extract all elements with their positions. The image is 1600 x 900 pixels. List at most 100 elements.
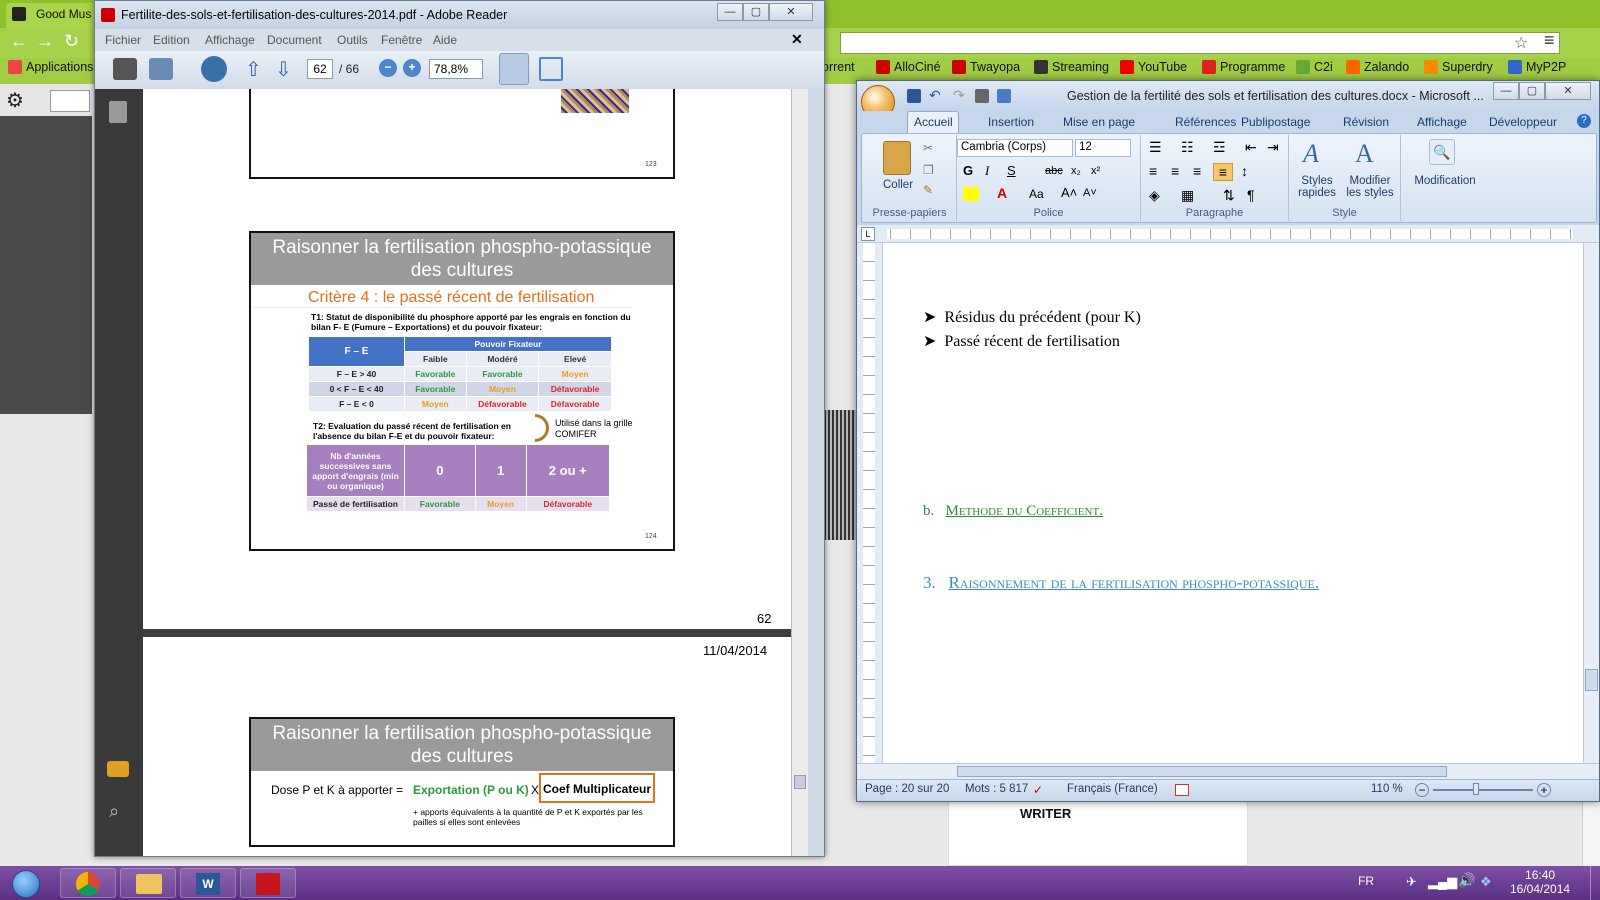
- close-button[interactable]: ✕: [1545, 82, 1591, 100]
- minimize-button[interactable]: —: [1493, 82, 1519, 100]
- close-button[interactable]: ✕: [769, 3, 813, 21]
- address-bar[interactable]: [840, 32, 1560, 54]
- tab-insertion[interactable]: Insertion: [988, 115, 1034, 129]
- status-page[interactable]: Page : 20 sur 20: [865, 783, 949, 795]
- fit-page-icon[interactable]: [499, 53, 529, 85]
- status-language[interactable]: Français (France): [1067, 783, 1158, 795]
- menu-affichage[interactable]: Affichage: [205, 33, 255, 47]
- zoom-select[interactable]: 78,8%: [429, 59, 483, 79]
- bookmark-item[interactable]: Zalando: [1346, 60, 1409, 74]
- bold-icon[interactable]: G: [963, 163, 973, 178]
- pages-icon[interactable]: [109, 101, 127, 123]
- redo-icon[interactable]: ↷: [953, 87, 965, 104]
- find-icon[interactable]: 🔍: [1429, 139, 1455, 165]
- next-page-icon[interactable]: ⇩: [275, 57, 292, 82]
- scroll-thumb[interactable]: [957, 766, 1447, 777]
- change-case-icon[interactable]: Aa: [1029, 187, 1044, 201]
- print-icon[interactable]: [113, 58, 137, 80]
- zoom-in-icon[interactable]: +: [403, 59, 421, 77]
- minimize-button[interactable]: —: [717, 3, 743, 21]
- reload-icon[interactable]: ↻: [64, 31, 79, 52]
- decrease-indent-icon[interactable]: ⇤: [1245, 139, 1257, 156]
- previous-page-icon[interactable]: ⇧: [245, 57, 262, 82]
- print-preview-icon[interactable]: [997, 89, 1011, 103]
- forward-icon[interactable]: →: [36, 31, 54, 52]
- volume-icon[interactable]: 🔊: [1458, 872, 1475, 889]
- paste-icon[interactable]: [883, 141, 911, 175]
- subscript-icon[interactable]: x₂: [1071, 165, 1081, 177]
- tab-accueil[interactable]: Accueil: [914, 115, 953, 129]
- clock[interactable]: 16:40 16/04/2014: [1510, 868, 1570, 896]
- underline-icon[interactable]: S: [1007, 163, 1016, 178]
- numbering-icon[interactable]: ☷: [1181, 139, 1194, 156]
- grow-font-icon[interactable]: A˄: [1061, 185, 1077, 200]
- fullscreen-icon[interactable]: [539, 57, 563, 81]
- page-number-input[interactable]: 62: [307, 59, 333, 79]
- menu-document[interactable]: Document: [267, 33, 322, 47]
- zoom-slider[interactable]: [1433, 789, 1533, 791]
- borders-icon[interactable]: ▦: [1181, 187, 1194, 204]
- gear-icon[interactable]: ⚙: [6, 88, 24, 113]
- font-name-select[interactable]: Cambria (Corps): [957, 139, 1073, 157]
- maximize-button[interactable]: ▢: [1519, 82, 1545, 100]
- tab-publipostage[interactable]: Publipostage: [1241, 115, 1310, 129]
- spellcheck-icon[interactable]: ✓: [1033, 783, 1043, 797]
- taskbar-reader[interactable]: [240, 868, 296, 898]
- comments-icon[interactable]: [107, 761, 129, 777]
- scroll-thumb[interactable]: [794, 775, 806, 789]
- network-icon[interactable]: ✈: [1406, 874, 1417, 890]
- start-button[interactable]: [6, 866, 46, 900]
- apps-shortcut[interactable]: Applications: [8, 60, 93, 74]
- share-icon[interactable]: [149, 58, 173, 80]
- align-left-icon[interactable]: ≡: [1149, 163, 1157, 179]
- cut-icon[interactable]: ✂: [923, 141, 933, 155]
- zoom-out-icon[interactable]: −: [1415, 783, 1429, 797]
- font-size-select[interactable]: 12: [1075, 139, 1131, 157]
- word-vertical-scrollbar[interactable]: [1583, 243, 1599, 763]
- modify-styles-button[interactable]: Modifier les styles: [1341, 175, 1399, 199]
- horizontal-ruler[interactable]: L: [857, 225, 1599, 243]
- menu-outils[interactable]: Outils: [337, 33, 368, 47]
- modify-styles-icon[interactable]: A: [1355, 139, 1374, 169]
- quick-styles-button[interactable]: Styles rapides: [1295, 175, 1339, 199]
- bookmark-item[interactable]: Streaming: [1034, 60, 1109, 74]
- increase-indent-icon[interactable]: ⇥: [1267, 139, 1279, 156]
- collaborate-icon[interactable]: [201, 56, 227, 82]
- bookmark-item[interactable]: C2i: [1296, 60, 1333, 74]
- show-marks-icon[interactable]: ¶: [1247, 187, 1255, 203]
- save-icon[interactable]: [907, 89, 921, 103]
- quick-styles-icon[interactable]: A: [1303, 139, 1319, 169]
- menu-icon[interactable]: ≡: [1544, 30, 1555, 51]
- close-document-icon[interactable]: ✕: [791, 31, 803, 48]
- superscript-icon[interactable]: x²: [1091, 165, 1100, 177]
- bookmark-item[interactable]: orrent: [822, 60, 855, 74]
- bookmark-item[interactable]: Programme: [1202, 60, 1285, 74]
- sort-icon[interactable]: ⇅: [1223, 187, 1235, 204]
- bullets-icon[interactable]: ☰: [1149, 139, 1162, 156]
- tray-app-icon[interactable]: ❖: [1480, 874, 1492, 890]
- taskbar-word[interactable]: W: [180, 868, 236, 898]
- bookmark-item[interactable]: Superdry: [1424, 60, 1493, 74]
- shrink-font-icon[interactable]: A˅: [1083, 187, 1097, 199]
- taskbar-explorer[interactable]: [120, 868, 176, 898]
- star-icon[interactable]: ☆: [1514, 33, 1528, 53]
- menu-edition[interactable]: Edition: [153, 33, 190, 47]
- shading-icon[interactable]: ◈: [1149, 187, 1160, 204]
- justify-icon[interactable]: ≡: [1213, 163, 1233, 181]
- maximize-button[interactable]: ▢: [743, 3, 769, 21]
- zoom-in-icon[interactable]: +: [1537, 783, 1551, 797]
- menu-aide[interactable]: Aide: [433, 33, 457, 47]
- font-color-icon[interactable]: A: [997, 185, 1007, 201]
- copy-icon[interactable]: ❐: [923, 163, 934, 177]
- document-page[interactable]: ➤ Résidus du précédent (pour K) ➤ Passé …: [883, 243, 1583, 763]
- multilevel-icon[interactable]: ☲: [1213, 139, 1226, 156]
- tab-revision[interactable]: Révision: [1343, 115, 1389, 129]
- tab-developpeur[interactable]: Développeur: [1489, 115, 1557, 129]
- menu-fichier[interactable]: Fichier: [105, 33, 141, 47]
- language-indicator[interactable]: FR: [1358, 874, 1374, 888]
- highlight-icon[interactable]: [963, 187, 979, 201]
- taskbar-chrome[interactable]: [60, 868, 116, 898]
- show-desktop-button[interactable]: [1590, 866, 1600, 900]
- bookmark-item[interactable]: MyP2P: [1508, 60, 1566, 74]
- signal-icon[interactable]: ▂▄▆: [1428, 874, 1457, 890]
